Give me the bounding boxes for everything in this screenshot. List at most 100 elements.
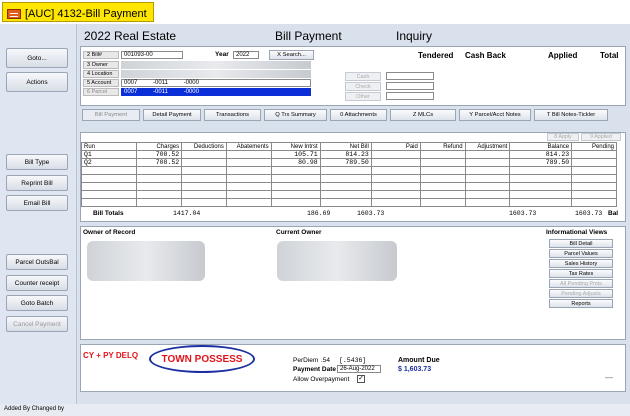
email-bill-button[interactable]: Email Bill — [6, 195, 68, 211]
parcel-part-1: 0007 — [124, 89, 138, 95]
bill-number-label[interactable]: 2 Bill# — [83, 51, 119, 59]
col-deductions: Deductions — [181, 142, 227, 151]
reprint-bill-button[interactable]: Reprint Bill — [6, 175, 68, 191]
owner-panel: Owner of Record Current Owner Informatio… — [80, 226, 626, 340]
bill-grid-panel: 8 Apply 9 Applied Run Charges Deductions… — [80, 132, 626, 222]
owner-label[interactable]: 3 Owner — [83, 61, 119, 69]
col-abatements: Abatements — [225, 142, 272, 151]
cell — [571, 158, 617, 167]
parcel-field[interactable]: 0007 -0011 -0000 — [121, 88, 311, 96]
account-part-3: -0000 — [183, 80, 199, 86]
cash-back-header: Cash Back — [465, 51, 506, 60]
col-net-bill: Net Bill — [319, 142, 372, 151]
bill-info-panel: 2 Bill# 001093-00 Year 2022 X Search... … — [80, 46, 626, 106]
tab-trx-summary[interactable]: Q Trx Summary — [264, 109, 327, 121]
parcel-label[interactable]: 6 Parcel — [83, 88, 119, 96]
tab-bar: Bill Payment Detail Payment Transactions… — [80, 109, 626, 123]
reports-button[interactable]: Reports — [549, 299, 613, 308]
parcel-values-button[interactable]: Parcel Values — [549, 249, 613, 258]
col-new-intrst: New Intrst — [270, 142, 321, 151]
bill-number-field[interactable]: 001093-00 — [121, 51, 183, 59]
bill-type-button[interactable]: Bill Type — [6, 154, 68, 170]
check-button[interactable]: Check — [345, 82, 381, 91]
total-net-bill: 1603.73 — [357, 210, 385, 217]
pending-adjusts-button[interactable]: Pending Adjusts — [549, 289, 613, 298]
current-owner-redacted — [277, 241, 397, 281]
tab-detail-payment[interactable]: Detail Payment — [143, 109, 201, 121]
informational-views-title: Informational Views — [546, 229, 608, 236]
applied-header: Applied — [548, 51, 578, 60]
apply-button[interactable]: 8 Apply — [547, 133, 579, 141]
cell: 80.98 — [270, 158, 321, 167]
sidebar: Goto... Actions Bill Type Reprint Bill E… — [0, 24, 77, 416]
account-field[interactable]: 0007 -0011 -0000 — [121, 79, 311, 87]
cell — [571, 150, 617, 159]
bill-detail-button[interactable]: Bill Detail — [549, 239, 613, 248]
owner-field[interactable] — [121, 61, 311, 69]
town-possess-highlight: TOWN POSSESS — [149, 345, 255, 373]
tax-rates-button[interactable]: Tax Rates — [549, 269, 613, 278]
app-menu-icon[interactable] — [7, 8, 21, 19]
current-owner-label: Current Owner — [276, 229, 322, 236]
tab-bill-payment[interactable]: Bill Payment — [82, 109, 140, 121]
other-button[interactable]: Other — [345, 92, 381, 101]
other-input[interactable] — [386, 92, 434, 100]
total-charges: 1417.04 — [173, 210, 201, 217]
table-row[interactable] — [80, 182, 617, 191]
cell: 708.52 — [136, 158, 183, 167]
cell — [464, 150, 511, 159]
cell: 708.52 — [136, 150, 183, 159]
sales-history-button[interactable]: Sales History — [549, 259, 613, 268]
location-label[interactable]: 4 Location — [83, 70, 119, 78]
cell: 814.23 — [509, 150, 573, 159]
table-row[interactable] — [80, 166, 617, 175]
total-pending: 1603.73 — [575, 210, 603, 217]
table-row[interactable] — [80, 174, 617, 183]
col-pending: Pending — [571, 142, 617, 151]
all-pending-pmts-button[interactable]: All Pending Pmts — [549, 279, 613, 288]
owner-of-record-label: Owner of Record — [83, 229, 136, 236]
applied-button[interactable]: 9 Applied — [581, 133, 621, 141]
location-field[interactable] — [121, 70, 311, 78]
actions-button[interactable]: Actions — [6, 72, 68, 92]
cancel-payment-button[interactable]: Cancel Payment — [6, 316, 68, 332]
cell — [225, 150, 272, 159]
tab-parcel-notes[interactable]: Y Parcel/Acct Notes — [459, 109, 531, 121]
mode-label: Inquiry — [396, 29, 433, 43]
status-panel: CY + PY DELQ TOWN POSSESS PerDiem .54 [.… — [80, 344, 626, 392]
account-part-2: -0011 — [153, 80, 168, 86]
col-refund: Refund — [419, 142, 466, 151]
tab-bill-notes[interactable]: T Bill Notes-Tickler — [534, 109, 608, 121]
parcel-outsbal-button[interactable]: Parcel OutsBal — [6, 254, 68, 270]
payment-date-field[interactable]: 26-Aug-2022 — [337, 365, 381, 373]
cell: 789.50 — [319, 158, 372, 167]
cell — [225, 158, 272, 167]
table-row[interactable]: Q1 708.52 105.71 814.23 814.23 — [80, 150, 617, 159]
tab-transactions[interactable]: Transactions — [204, 109, 261, 121]
cell — [370, 150, 421, 159]
check-input[interactable] — [386, 82, 434, 90]
cell: Q2 — [80, 158, 138, 167]
search-button[interactable]: X Search... — [269, 50, 314, 60]
tab-mlcs[interactable]: Z MLCs — [390, 109, 456, 121]
goto-batch-button[interactable]: Goto Batch — [6, 295, 68, 311]
tab-attachments[interactable]: 0 Attachments — [330, 109, 387, 121]
bill-table: Run Charges Deductions Abatements New In… — [80, 142, 617, 207]
counter-receipt-button[interactable]: Counter receipt — [6, 275, 68, 291]
table-row[interactable] — [80, 198, 617, 207]
year-label: Year — [215, 51, 229, 58]
cell — [464, 158, 511, 167]
payment-date-label: Payment Date — [293, 366, 336, 373]
col-paid: Paid — [370, 142, 421, 151]
table-row[interactable]: Q2 708.52 80.98 789.50 789.50 — [80, 158, 617, 167]
cash-input[interactable] — [386, 72, 434, 80]
year-field[interactable]: 2022 — [233, 51, 259, 59]
allow-overpayment-checkbox[interactable]: ✓ — [357, 375, 365, 383]
col-run: Run — [80, 142, 138, 151]
cash-button[interactable]: Cash — [345, 72, 381, 81]
cell: Q1 — [80, 150, 138, 159]
table-row[interactable] — [80, 190, 617, 199]
account-label[interactable]: 5 Account — [83, 79, 119, 87]
cell — [181, 158, 227, 167]
goto-button[interactable]: Goto... — [6, 48, 68, 68]
